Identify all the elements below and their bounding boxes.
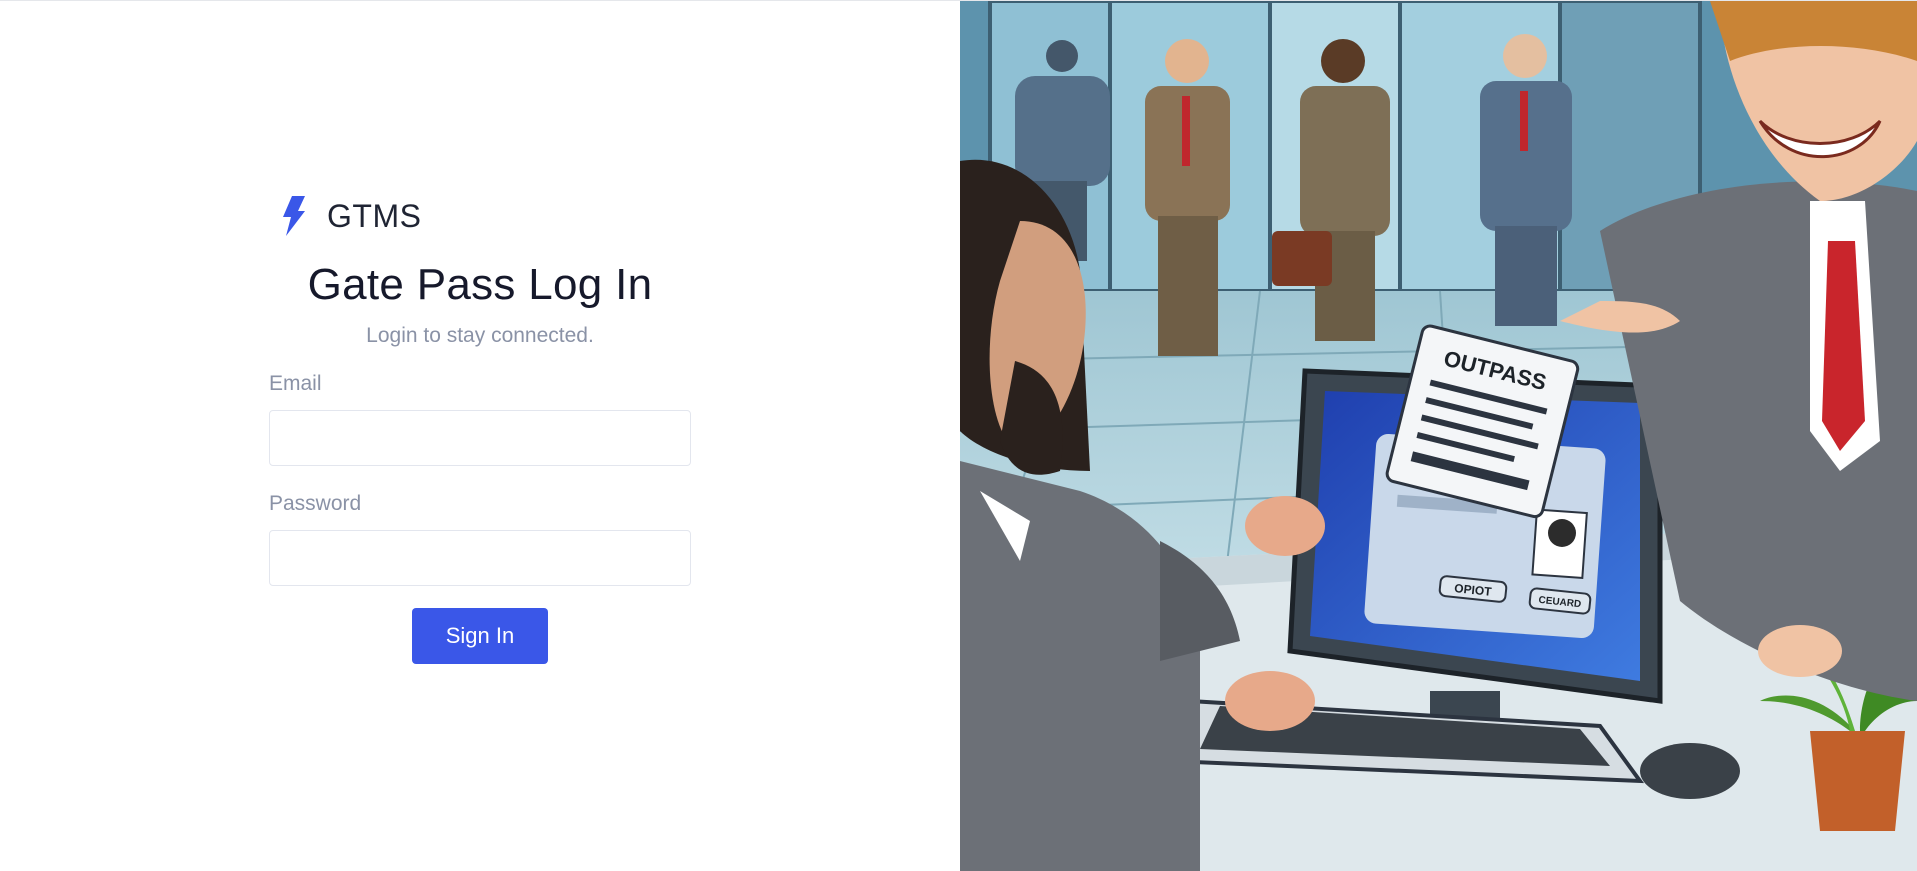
office-illustration: OPIOT CEUARD OUTPASS	[960, 1, 1917, 871]
password-label: Password	[269, 492, 362, 515]
email-input[interactable]	[269, 410, 691, 466]
lightning-bolt-icon	[281, 196, 307, 236]
brand: GTMS	[281, 194, 691, 238]
password-input[interactable]	[269, 530, 691, 586]
email-label: Email	[269, 372, 322, 395]
submit-row: Sign In	[269, 608, 691, 664]
page-subtitle: Login to stay connected.	[366, 324, 594, 347]
sign-in-button[interactable]: Sign In	[412, 608, 548, 664]
login-form: GTMS Gate Pass Log In Login to stay conn…	[269, 194, 691, 664]
page-title: Gate Pass Log In	[307, 260, 653, 309]
login-page: GTMS Gate Pass Log In Login to stay conn…	[0, 0, 1917, 871]
hero-illustration-panel: OPIOT CEUARD OUTPASS	[960, 1, 1917, 871]
brand-name: GTMS	[327, 197, 422, 234]
login-panel: GTMS Gate Pass Log In Login to stay conn…	[0, 1, 960, 871]
